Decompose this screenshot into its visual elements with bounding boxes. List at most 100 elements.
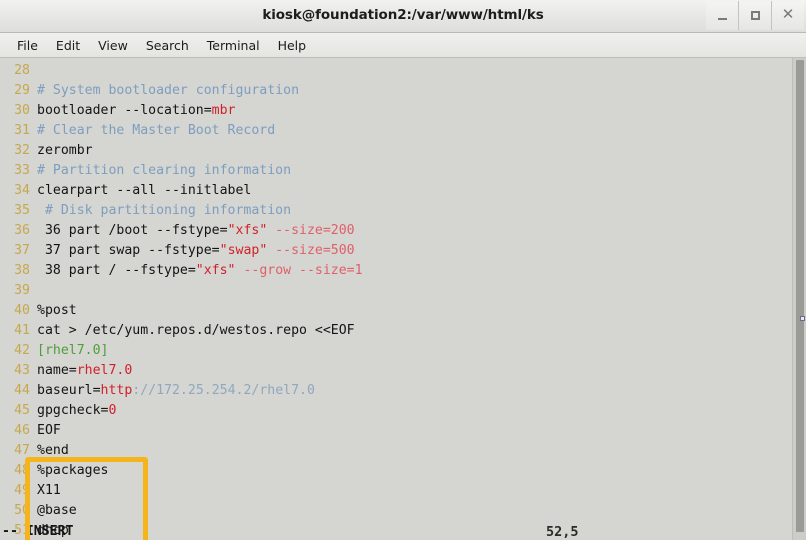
line-number: 48 [14,463,30,478]
code-token: 37 part swap --fstype= [37,243,220,258]
code-token: cat > /etc/yum.repos.d/westos.repo <<EOF [37,323,355,338]
code-token: ://172.25.254.2/rhel7.0 [132,383,315,398]
maximize-button[interactable] [738,1,771,30]
line-text: clearpart --all --initlabel [30,181,251,201]
line-text: zerombr [30,141,93,161]
menu-item-file[interactable]: File [8,36,47,55]
editor-line[interactable]: 31 # Clear the Master Boot Record [0,121,792,141]
line-number: 30 [14,103,30,118]
code-token: %end [37,443,69,458]
terminal-body[interactable]: 28 29 # System bootloader configuration 30 b… [0,58,806,540]
code-token: # Partition clearing information [37,163,292,178]
line-number: 28 [14,63,30,78]
vim-status-line: -- INSERT 52,5 [0,520,806,540]
editor-line[interactable]: 28 [0,61,792,81]
vim-mode-indicator: -- INSERT [2,524,74,539]
code-token: baseurl= [37,383,101,398]
editor-line[interactable]: 47 %end [0,441,792,461]
code-token: X11 [37,483,61,498]
editor-line[interactable]: 30 bootloader --location=mbr [0,101,792,121]
code-token: "xfs" [227,223,268,238]
editor-line[interactable]: 44 baseurl=http://172.25.254.2/rhel7.0 [0,381,792,401]
code-token: 38 part / --fstype= [37,263,196,278]
line-number: 42 [14,343,30,358]
editor-line[interactable]: 49 X11 [0,481,792,501]
code-token: "xfs" [195,263,236,278]
code-token: # Disk partitioning information [37,203,292,218]
menu-item-help[interactable]: Help [269,36,316,55]
menu-item-view[interactable]: View [89,36,137,55]
code-token: EOF [37,423,61,438]
code-token: --grow --size=1 [243,263,363,278]
line-number: 41 [14,323,30,338]
code-token: "swap" [219,243,268,258]
menu-item-edit[interactable]: Edit [47,36,89,55]
code-token: # System bootloader configuration [37,83,300,98]
code-token: 36 part /boot --fstype= [37,223,228,238]
cursor-position: 52,5 [546,524,579,540]
code-token: bootloader --location= [37,103,212,118]
editor-line[interactable]: 33 # Partition clearing information [0,161,792,181]
code-token: @base [37,503,77,518]
line-number: 38 [14,263,30,278]
editor-line[interactable]: 46 EOF [0,421,792,441]
line-text: cat > /etc/yum.repos.d/westos.repo <<EOF [30,321,355,341]
editor-line[interactable]: 50 @base [0,501,792,521]
editor-line[interactable]: 42 [rhel7.0] [0,341,792,361]
editor-line[interactable]: 37 37 part swap --fstype="swap" --size=5… [0,241,792,261]
line-number: 44 [14,383,30,398]
vertical-scrollbar[interactable] [792,58,806,540]
editor-line[interactable]: 38 38 part / --fstype="xfs" --grow --siz… [0,261,792,281]
line-number: 45 [14,403,30,418]
minimize-icon [717,18,727,20]
menu-item-search[interactable]: Search [137,36,198,55]
editor-line[interactable]: 35 # Disk partitioning information [0,201,792,221]
editor-line[interactable]: 41 cat > /etc/yum.repos.d/westos.repo <<E… [0,321,792,341]
line-number: 35 [14,203,30,218]
line-number: 31 [14,123,30,138]
editor-line[interactable]: 45 gpgcheck=0 [0,401,792,421]
editor-line[interactable]: 34 clearpart --all --initlabel [0,181,792,201]
editor-line[interactable]: 40 %post [0,301,792,321]
line-text: EOF [30,421,61,441]
editor-line[interactable]: 32 zerombr [0,141,792,161]
close-icon: ✕ [781,5,795,23]
close-button[interactable]: ✕ [771,1,804,30]
minimize-button[interactable] [706,1,738,30]
line-number: 49 [14,483,30,498]
line-number: 37 [14,243,30,258]
terminal-window: kiosk@foundation2:/var/www/html/ks ✕ Fil… [0,0,806,540]
line-number: 29 [14,83,30,98]
line-number: 47 [14,443,30,458]
editor-lines[interactable]: 28 29 # System bootloader configuration 30 b… [0,61,792,540]
line-text: %packages [30,461,108,481]
menu-item-terminal[interactable]: Terminal [198,36,269,55]
code-token: [rhel7.0] [37,343,109,358]
line-text: 38 part / --fstype="xfs" --grow --size=1 [30,261,363,281]
line-text: @base [30,501,77,521]
code-token: gpgcheck= [37,403,109,418]
line-text: # Partition clearing information [30,161,291,181]
line-text: # Disk partitioning information [30,201,291,221]
editor-line[interactable]: 48 %packages [0,461,792,481]
editor-line[interactable]: 39 [0,281,792,301]
line-text: %post [30,301,77,321]
code-token: # Clear the Master Boot Record [37,123,276,138]
line-text: [rhel7.0] [30,341,108,361]
editor-line[interactable]: 36 36 part /boot --fstype="xfs" --size=2… [0,221,792,241]
code-token: mbr [211,103,236,118]
code-token: %packages [37,463,109,478]
window-controls: ✕ [706,1,804,30]
scrollbar-marker [800,316,805,321]
editor-line[interactable]: 29 # System bootloader configuration [0,81,792,101]
line-number: 46 [14,423,30,438]
code-token: http [100,383,133,398]
line-number: 36 [14,223,30,238]
line-number: 50 [14,503,30,518]
window-title: kiosk@foundation2:/var/www/html/ks [262,7,544,23]
scrollbar-thumb[interactable] [796,60,804,532]
line-text: name=rhel7.0 [30,361,132,381]
editor-line[interactable]: 43 name=rhel7.0 [0,361,792,381]
code-token: rhel7.0 [76,363,133,378]
line-text: # Clear the Master Boot Record [30,121,275,141]
